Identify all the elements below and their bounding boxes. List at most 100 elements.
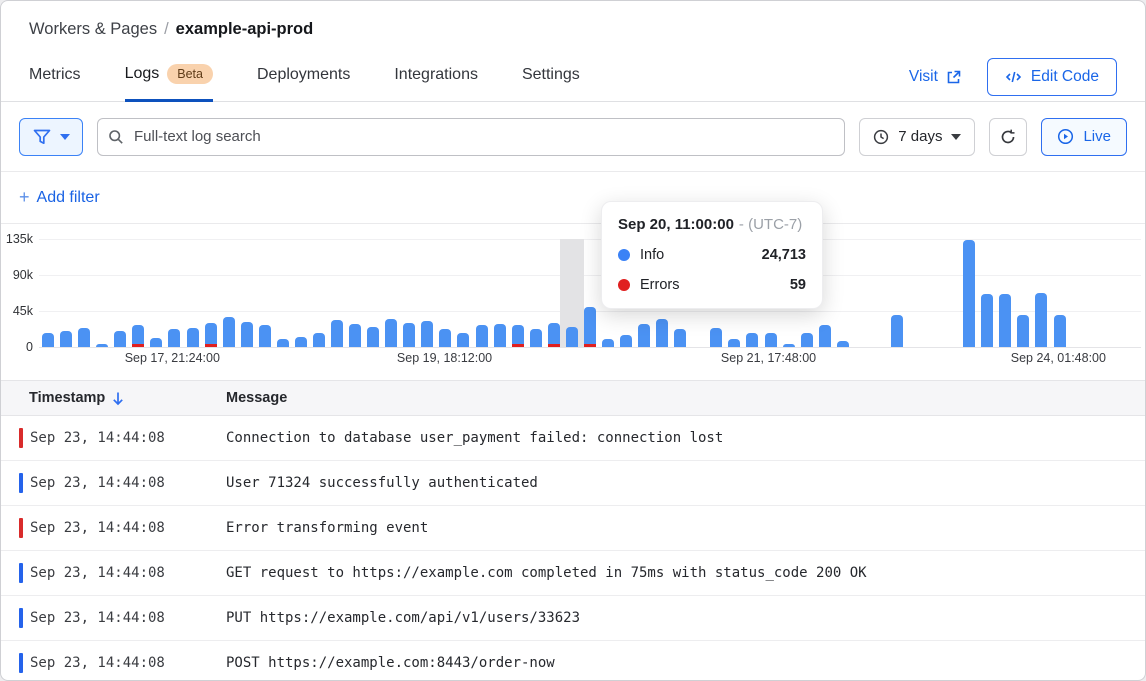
chart-bar[interactable] xyxy=(656,319,668,347)
chart-bar-slot[interactable] xyxy=(165,239,183,347)
chart-bar[interactable] xyxy=(566,327,578,347)
chart-bar[interactable] xyxy=(584,307,596,347)
sort-desc-icon[interactable] xyxy=(111,391,125,406)
chart-bar-slot[interactable] xyxy=(581,239,599,347)
chart-bar[interactable] xyxy=(819,325,831,347)
chart-bar[interactable] xyxy=(403,323,415,347)
log-table-row[interactable]: Sep 23, 14:44:08PUT https://example.com/… xyxy=(1,596,1145,641)
chart-bar-slot[interactable] xyxy=(1069,239,1087,347)
chart-bar-slot[interactable] xyxy=(852,239,870,347)
log-table-row[interactable]: Sep 23, 14:44:08Error transforming event xyxy=(1,506,1145,551)
chart-bar[interactable] xyxy=(891,315,903,347)
chart-bar[interactable] xyxy=(512,325,524,347)
chart-bar-slot[interactable] xyxy=(888,239,906,347)
breadcrumb-section[interactable]: Workers & Pages xyxy=(29,20,157,38)
chart-bar-slot[interactable] xyxy=(346,239,364,347)
chart-bar[interactable] xyxy=(710,328,722,347)
chart-bar[interactable] xyxy=(981,294,993,347)
chart-bar[interactable] xyxy=(313,333,325,347)
chart-bar[interactable] xyxy=(205,323,217,347)
chart-bar-slot[interactable] xyxy=(75,239,93,347)
chart-bar-slot[interactable] xyxy=(111,239,129,347)
chart-bar-slot[interactable] xyxy=(184,239,202,347)
chart-bar-slot[interactable] xyxy=(942,239,960,347)
chart-bar[interactable] xyxy=(494,324,506,347)
log-table-row[interactable]: Sep 23, 14:44:08User 71324 successfully … xyxy=(1,461,1145,506)
chart-bar[interactable] xyxy=(96,344,108,347)
chart-bar-slot[interactable] xyxy=(454,239,472,347)
chart-bar-slot[interactable] xyxy=(527,239,545,347)
chart-bar-slot[interactable] xyxy=(563,239,581,347)
chart-bar[interactable] xyxy=(837,341,849,347)
chart-bar-slot[interactable] xyxy=(436,239,454,347)
chart-bar-slot[interactable] xyxy=(39,239,57,347)
chart-bar[interactable] xyxy=(349,324,361,347)
visit-link[interactable]: Visit xyxy=(909,68,961,86)
chart-bar-slot[interactable] xyxy=(256,239,274,347)
chart-bar[interactable] xyxy=(801,333,813,347)
chart-bar[interactable] xyxy=(241,322,253,347)
chart-bar-slot[interactable] xyxy=(364,239,382,347)
live-button[interactable]: Live xyxy=(1041,118,1127,156)
filter-dropdown-button[interactable] xyxy=(19,118,83,156)
chart-bar[interactable] xyxy=(1035,293,1047,347)
chart-bar-slot[interactable] xyxy=(129,239,147,347)
chart-bar-slot[interactable] xyxy=(1014,239,1032,347)
chart-bar-slot[interactable] xyxy=(310,239,328,347)
chart-bar-slot[interactable] xyxy=(473,239,491,347)
time-range-dropdown[interactable]: 7 days xyxy=(859,118,975,156)
chart-bar-slot[interactable] xyxy=(202,239,220,347)
chart-bar-slot[interactable] xyxy=(491,239,509,347)
chart-bar-slot[interactable] xyxy=(924,239,942,347)
chart-bar[interactable] xyxy=(132,325,144,347)
chart-bar[interactable] xyxy=(963,240,975,347)
chart-bar[interactable] xyxy=(638,324,650,347)
chart-bar[interactable] xyxy=(457,333,469,347)
chart-bar-slot[interactable] xyxy=(1051,239,1069,347)
chart-bar-slot[interactable] xyxy=(382,239,400,347)
chart-bar[interactable] xyxy=(187,328,199,347)
chart-bar-slot[interactable] xyxy=(509,239,527,347)
chart-bar[interactable] xyxy=(277,339,289,347)
chart-bar[interactable] xyxy=(295,337,307,347)
chart-bar-slot[interactable] xyxy=(57,239,75,347)
message-column-header[interactable]: Message xyxy=(226,390,287,406)
chart-bar-slot[interactable] xyxy=(960,239,978,347)
chart-bar[interactable] xyxy=(530,329,542,347)
chart-bar-slot[interactable] xyxy=(238,239,256,347)
log-table-row[interactable]: Sep 23, 14:44:08GET request to https://e… xyxy=(1,551,1145,596)
chart-bar-slot[interactable] xyxy=(906,239,924,347)
chart-bar[interactable] xyxy=(602,339,614,347)
chart-bar-slot[interactable] xyxy=(400,239,418,347)
chart-bar[interactable] xyxy=(674,329,686,347)
chart-bar-slot[interactable] xyxy=(996,239,1014,347)
chart-bar-slot[interactable] xyxy=(1105,239,1123,347)
chart-bar-slot[interactable] xyxy=(292,239,310,347)
chart-bar[interactable] xyxy=(783,344,795,347)
chart-bar[interactable] xyxy=(1054,315,1066,347)
chart-bar[interactable] xyxy=(620,335,632,347)
timestamp-column-header[interactable]: Timestamp xyxy=(1,390,226,406)
log-table-row[interactable]: Sep 23, 14:44:08POST https://example.com… xyxy=(1,641,1145,681)
chart-bar[interactable] xyxy=(150,338,162,347)
chart-bar[interactable] xyxy=(223,317,235,347)
chart-bar[interactable] xyxy=(114,331,126,347)
chart-bar[interactable] xyxy=(42,333,54,347)
edit-code-button[interactable]: Edit Code xyxy=(987,58,1117,96)
chart-bar[interactable] xyxy=(60,331,72,347)
chart-bar-slot[interactable] xyxy=(1032,239,1050,347)
chart-bar-slot[interactable] xyxy=(978,239,996,347)
chart-bar-slot[interactable] xyxy=(93,239,111,347)
chart-bar-slot[interactable] xyxy=(834,239,852,347)
tab-metrics[interactable]: Metrics xyxy=(29,66,81,102)
chart-bar-slot[interactable] xyxy=(328,239,346,347)
chart-bar-slot[interactable] xyxy=(274,239,292,347)
chart-bar-slot[interactable] xyxy=(1087,239,1105,347)
chart-bar[interactable] xyxy=(78,328,90,347)
chart-bar[interactable] xyxy=(765,333,777,347)
refresh-button[interactable] xyxy=(989,118,1027,156)
chart-bar[interactable] xyxy=(421,321,433,347)
chart-bar[interactable] xyxy=(728,339,740,347)
tab-logs[interactable]: Logs Beta xyxy=(125,64,213,102)
chart-bar-slot[interactable] xyxy=(870,239,888,347)
